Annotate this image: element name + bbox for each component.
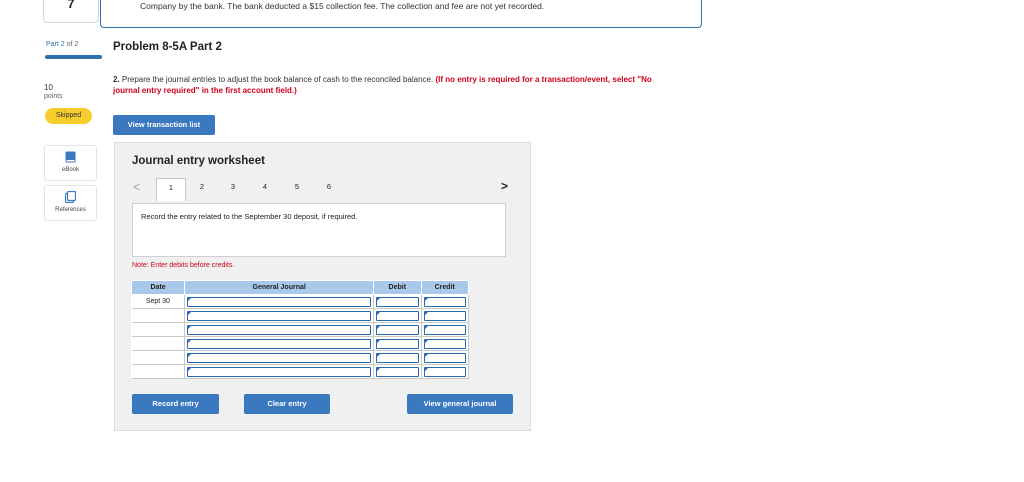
credit-field[interactable] xyxy=(423,297,466,307)
references-button[interactable]: References xyxy=(44,185,97,221)
account-field[interactable] xyxy=(187,339,372,349)
references-label: References xyxy=(55,207,86,213)
debit-field-cell xyxy=(373,322,422,337)
tab-entry-4[interactable]: 4 xyxy=(251,178,279,195)
col-general-journal: General Journal xyxy=(184,280,375,295)
row-date xyxy=(131,308,186,323)
account-field[interactable] xyxy=(187,325,372,335)
table-row xyxy=(131,350,469,365)
table-row: Sept 30 xyxy=(131,294,469,309)
account-field-cell xyxy=(184,364,375,379)
problem-title: Problem 8-5A Part 2 xyxy=(113,41,222,53)
instruction-text: Prepare the journal entries to adjust th… xyxy=(119,75,436,84)
previous-part-text: Company by the bank. The bank deducted a… xyxy=(140,1,545,11)
account-field-cell xyxy=(184,322,375,337)
credit-field[interactable] xyxy=(423,325,466,335)
part-indicator: Part 2 of 2 xyxy=(46,41,78,48)
tab-entry-6[interactable]: 6 xyxy=(315,178,343,195)
tab-entry-2[interactable]: 2 xyxy=(188,178,216,195)
instruction-number: 2. xyxy=(113,75,120,84)
credit-field-cell xyxy=(421,322,469,337)
prev-entry-arrow-icon[interactable]: < xyxy=(133,180,140,194)
ebook-label: eBook xyxy=(61,167,79,173)
view-general-journal-button[interactable]: View general journal xyxy=(407,394,513,414)
points-value: 10 xyxy=(44,83,53,92)
account-field[interactable] xyxy=(187,353,372,363)
references-icon xyxy=(65,191,76,203)
debit-field[interactable] xyxy=(376,325,419,335)
entry-prompt: Record the entry related to the Septembe… xyxy=(141,212,358,221)
account-field-cell xyxy=(184,294,375,309)
part-indicator-total: of 2 xyxy=(66,41,79,48)
col-credit: Credit xyxy=(420,280,469,295)
credit-field[interactable] xyxy=(423,339,466,349)
account-field[interactable] xyxy=(187,311,372,321)
status-badge: Skipped xyxy=(45,108,92,124)
debit-field[interactable] xyxy=(376,367,419,377)
account-field-cell xyxy=(184,350,375,365)
col-date: Date xyxy=(130,280,186,295)
next-entry-arrow-icon[interactable]: > xyxy=(501,179,508,193)
debit-field[interactable] xyxy=(376,297,419,307)
account-field[interactable] xyxy=(187,297,372,307)
account-field-cell xyxy=(184,336,375,351)
debit-field-cell xyxy=(373,308,422,323)
row-date xyxy=(131,322,186,337)
account-field-cell xyxy=(184,308,375,323)
col-debit: Debit xyxy=(373,280,422,295)
table-row xyxy=(131,308,469,323)
credit-field[interactable] xyxy=(423,367,466,377)
clear-entry-button[interactable]: Clear entry xyxy=(244,394,330,414)
row-date: Sept 30 xyxy=(131,294,186,309)
debit-credit-note: Note: Enter debits before credits. xyxy=(132,262,235,269)
part-progress-bar xyxy=(45,55,102,59)
credit-field-cell xyxy=(421,364,469,379)
journal-table: Date General Journal Debit Credit Sept 3… xyxy=(130,280,469,379)
table-row xyxy=(131,336,469,351)
debit-field-cell xyxy=(373,294,422,309)
view-transaction-list-button[interactable]: View transaction list xyxy=(113,115,215,135)
credit-field[interactable] xyxy=(423,353,466,363)
row-date xyxy=(131,364,186,379)
points-label: points xyxy=(44,93,63,100)
credit-field[interactable] xyxy=(423,311,466,321)
debit-field-cell xyxy=(373,350,422,365)
row-date xyxy=(131,336,186,351)
account-field[interactable] xyxy=(187,367,372,377)
worksheet-title: Journal entry worksheet xyxy=(132,155,265,167)
part-indicator-current: Part 2 xyxy=(46,41,65,48)
debit-field-cell xyxy=(373,336,422,351)
debit-field[interactable] xyxy=(376,311,419,321)
table-row xyxy=(131,322,469,337)
record-entry-button[interactable]: Record entry xyxy=(132,394,219,414)
credit-field-cell xyxy=(421,336,469,351)
debit-field-cell xyxy=(373,364,422,379)
ebook-button[interactable]: eBook xyxy=(44,145,97,181)
debit-field[interactable] xyxy=(376,353,419,363)
instruction: 2. Prepare the journal entries to adjust… xyxy=(113,74,653,96)
credit-field-cell xyxy=(421,308,469,323)
credit-field-cell xyxy=(421,350,469,365)
ebook-icon xyxy=(65,151,76,163)
tab-entry-1[interactable]: 1 xyxy=(156,178,186,201)
debit-field[interactable] xyxy=(376,339,419,349)
credit-field-cell xyxy=(421,294,469,309)
tab-entry-5[interactable]: 5 xyxy=(283,178,311,195)
row-date xyxy=(131,350,186,365)
question-number: 7 xyxy=(43,0,99,23)
table-row xyxy=(131,364,469,379)
tab-entry-3[interactable]: 3 xyxy=(219,178,247,195)
